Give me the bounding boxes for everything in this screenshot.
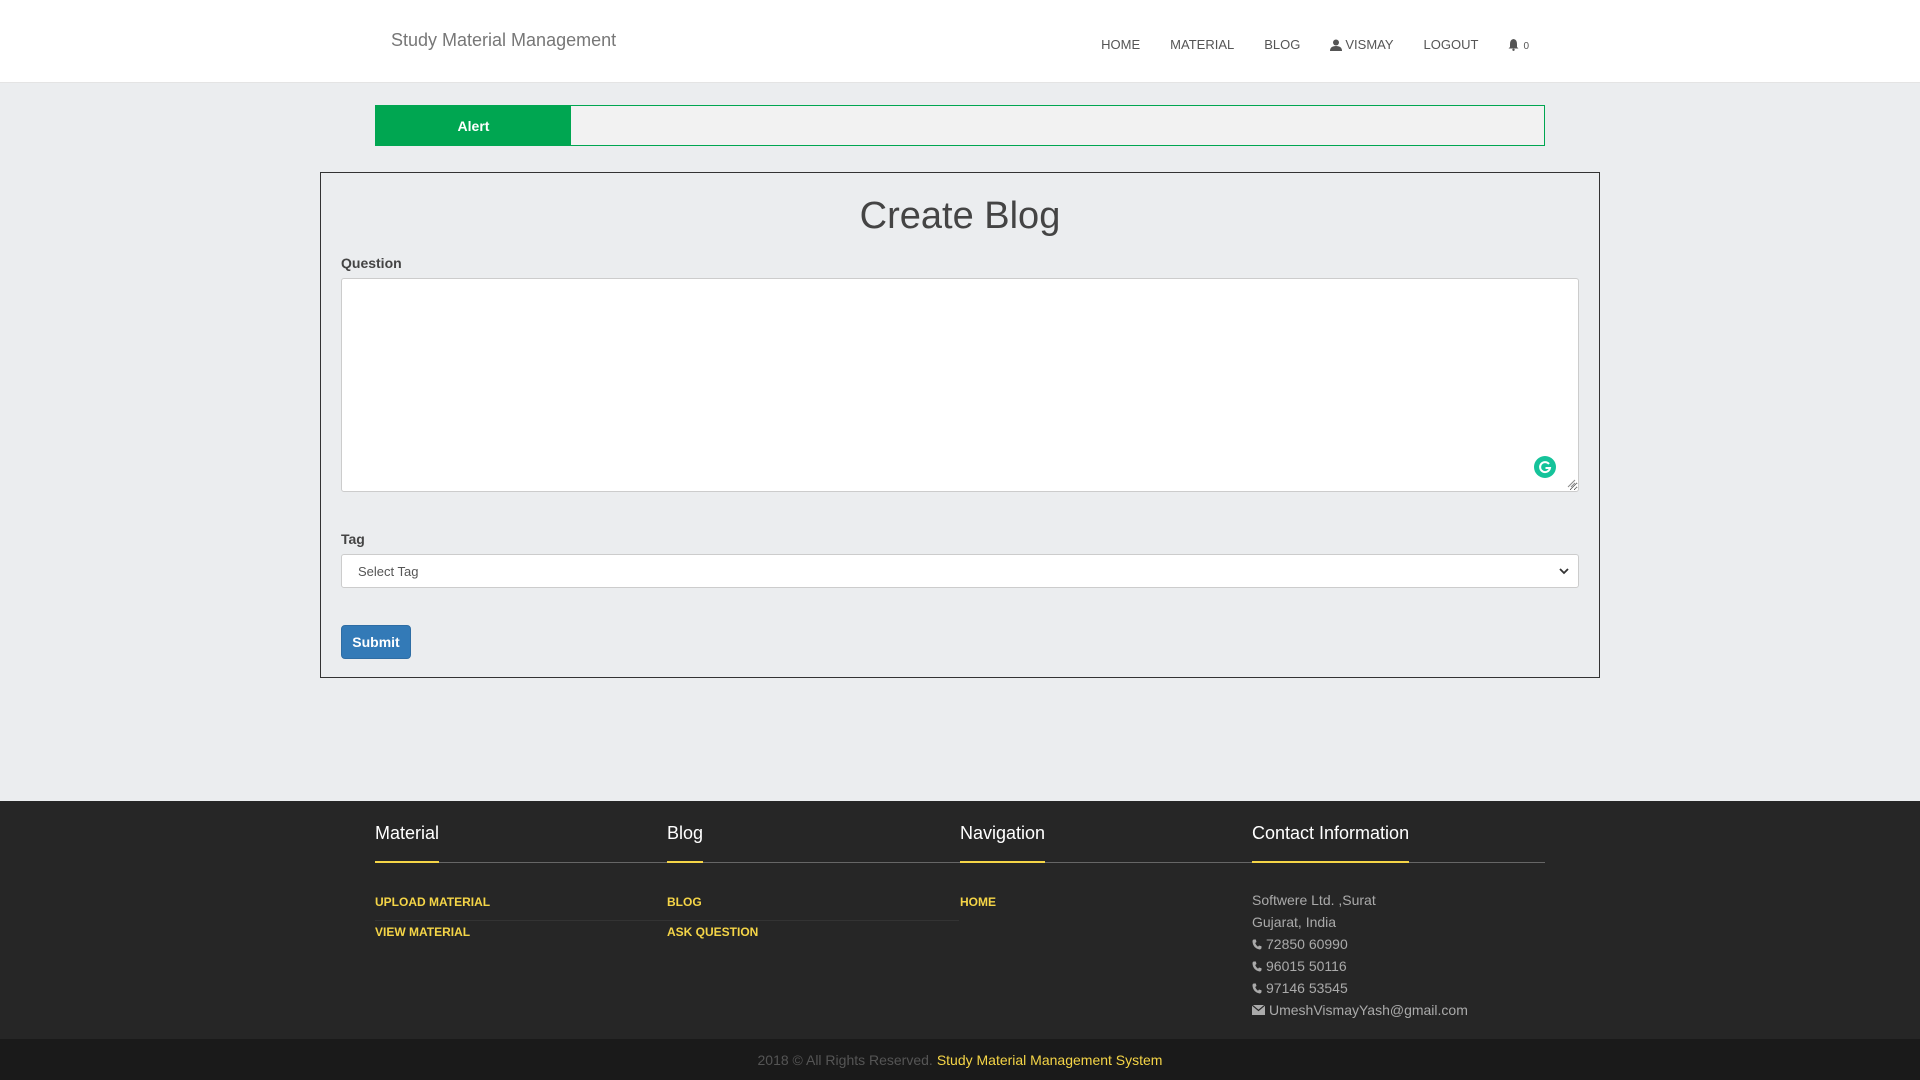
nav-item-blog[interactable]: BLOG — [1264, 37, 1300, 52]
footer-heading: Navigation — [960, 823, 1046, 863]
user-icon — [1330, 39, 1343, 51]
nav-item-logout[interactable]: LOGOUT — [1424, 37, 1479, 52]
main-content: Alert Create Blog Question Tag Select Ta… — [0, 83, 1920, 801]
contact-text: 97146 53545 — [1266, 980, 1348, 996]
footer-heading-text: Blog — [667, 823, 704, 843]
tag-select-value: Select Tag — [358, 563, 419, 579]
alert-bar: Alert — [375, 105, 1545, 146]
submit-button[interactable]: Submit — [341, 625, 411, 659]
bell-icon — [1508, 38, 1519, 51]
phone-icon — [1252, 961, 1262, 971]
copyright-brand[interactable]: Study Material Management System — [937, 1052, 1163, 1068]
tag-label: Tag — [341, 531, 365, 547]
create-blog-form: Create Blog Question Tag Select Tag Subm… — [320, 172, 1600, 678]
footer-heading: Contact Information — [1252, 823, 1410, 863]
heading-underline — [667, 861, 704, 863]
contact-text: UmeshVismayYash@gmail.com — [1269, 1002, 1468, 1018]
top-navbar: Study Material Management HOME MATERIAL … — [0, 0, 1920, 83]
tag-select[interactable]: Select Tag — [341, 554, 1579, 588]
footer-link-ask-question[interactable]: ASK QUESTION — [667, 921, 959, 951]
footer-heading-text: Contact Information — [1252, 823, 1410, 843]
grammarly-icon[interactable] — [1534, 456, 1556, 478]
footer-heading: Blog — [667, 823, 704, 863]
contact-text: 96015 50116 — [1266, 958, 1347, 974]
footer-heading-text: Material — [375, 823, 440, 843]
heading-underline — [375, 861, 440, 863]
footer-link-upload-material[interactable]: UPLOAD MATERIAL — [375, 891, 667, 921]
footer-heading: Material — [375, 823, 440, 863]
resize-handle-icon[interactable] — [1566, 478, 1576, 488]
contact-text: 72850 60990 — [1266, 936, 1348, 952]
contact-text: Softwere Ltd. ,Surat — [1252, 892, 1376, 908]
nav-item-label: MATERIAL — [1170, 37, 1235, 52]
contact-list: Softwere Ltd. ,Surat Gujarat, India 7285… — [1252, 889, 1468, 1021]
footer-heading-text: Navigation — [960, 823, 1046, 843]
footer-link-view-material[interactable]: VIEW MATERIAL — [375, 921, 667, 951]
nav-item-label: HOME — [1101, 37, 1141, 52]
nav-item-label: VISMAY — [1345, 37, 1394, 52]
brand-title[interactable]: Study Material Management — [391, 30, 616, 51]
contact-email: UmeshVismayYash@gmail.com — [1252, 999, 1468, 1021]
footer-links: UPLOAD MATERIAL VIEW MATERIAL — [375, 891, 667, 951]
contact-phone: 96015 50116 — [1252, 955, 1468, 977]
notification-button[interactable]: 0 — [1508, 38, 1529, 52]
nav-item-material[interactable]: MATERIAL — [1170, 37, 1234, 52]
footer-links: HOME — [960, 891, 1252, 921]
contact-address-line: Softwere Ltd. ,Surat — [1252, 889, 1468, 911]
nav-item-user[interactable]: VISMAY — [1330, 37, 1394, 52]
phone-icon — [1252, 939, 1262, 949]
contact-phone: 72850 60990 — [1252, 933, 1468, 955]
copyright-text: 2018 © All Rights Reserved. — [757, 1051, 933, 1068]
nav-item-label: BLOG — [1264, 37, 1301, 52]
question-label: Question — [341, 255, 402, 271]
contact-address-line: Gujarat, India — [1252, 911, 1468, 933]
grammarly-g-icon — [1539, 461, 1552, 474]
nav-item-home[interactable]: HOME — [1101, 37, 1140, 52]
nav-menu: HOME MATERIAL BLOG VISMAY LOGOUT 0 — [1071, 37, 1529, 52]
alert-message — [571, 106, 1544, 145]
footer-link-blog[interactable]: BLOG — [667, 891, 959, 921]
envelope-icon — [1252, 1005, 1265, 1015]
chevron-down-icon — [1559, 568, 1569, 575]
footer-links: BLOG ASK QUESTION — [667, 891, 959, 951]
question-textarea[interactable] — [341, 278, 1579, 492]
heading-underline — [960, 861, 1046, 863]
heading-underline — [1252, 861, 1410, 863]
alert-label: Alert — [376, 106, 571, 145]
nav-item-label: LOGOUT — [1423, 37, 1479, 52]
page-title: Create Blog — [859, 195, 1061, 237]
contact-text: Gujarat, India — [1252, 914, 1337, 930]
phone-icon — [1252, 983, 1262, 993]
footer: Material UPLOAD MATERIAL VIEW MATERIAL B… — [0, 801, 1920, 1039]
footer-link-home[interactable]: HOME — [960, 891, 1252, 921]
notification-count: 0 — [1523, 41, 1529, 52]
contact-phone: 97146 53545 — [1252, 977, 1468, 999]
copyright-bar: 2018 © All Rights Reserved. Study Materi… — [0, 1039, 1920, 1080]
